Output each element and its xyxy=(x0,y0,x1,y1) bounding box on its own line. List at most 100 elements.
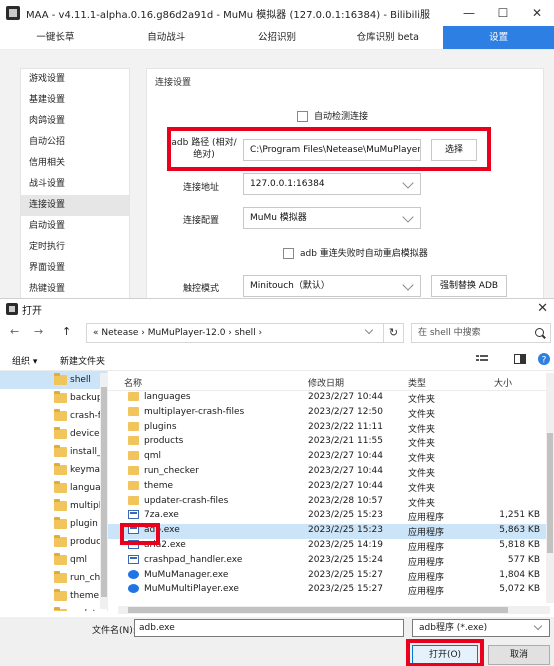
file-type: 文件夹 xyxy=(408,439,436,450)
sidebar-item-4[interactable]: 信用相关 xyxy=(21,153,129,174)
address-dropdown[interactable] xyxy=(358,323,378,343)
file-row[interactable]: multiplayer-crash-files 2023/2/27 12:50 文件… xyxy=(108,406,554,421)
file-row[interactable]: adb.exe 2023/2/25 15:23 应用程序 5,863 KB xyxy=(108,524,554,539)
restart-row[interactable]: adb 重连失败时自动重启模拟器 xyxy=(283,246,428,259)
file-row[interactable]: theme 2023/2/27 10:44 文件夹 xyxy=(108,480,554,495)
tree-item[interactable]: plugin xyxy=(0,515,107,533)
horizontal-scrollbar[interactable] xyxy=(118,606,550,614)
file-date: 2023/2/21 11:55 xyxy=(308,436,383,447)
file-row[interactable]: products 2023/2/21 11:55 文件夹 xyxy=(108,435,554,450)
horizontal-scroll-thumb[interactable] xyxy=(128,607,508,613)
tree-item[interactable]: keyma xyxy=(0,461,107,479)
touch-mode-select[interactable]: Minitouch（默认） xyxy=(243,275,421,297)
sidebar-item-10[interactable]: 热键设置 xyxy=(21,279,129,298)
auto-detect-row[interactable]: 自动检测连接 xyxy=(297,109,368,122)
filename-input[interactable]: adb.exe xyxy=(134,619,404,637)
tree-item[interactable]: backup xyxy=(0,389,107,407)
tree-item-label: produc xyxy=(70,537,102,547)
config-select[interactable]: MuMu 模拟器 xyxy=(243,207,421,229)
file-row[interactable]: MuMuMultiPlayer.exe 2023/2/25 15:27 应用程序 5,… xyxy=(108,583,554,598)
help-icon[interactable]: ? xyxy=(538,353,550,366)
column-type[interactable]: 类型 xyxy=(408,376,426,389)
dialog-close-button[interactable]: ✕ xyxy=(537,301,548,316)
tree-item[interactable]: install_ xyxy=(0,443,107,461)
tree-item[interactable]: qml xyxy=(0,551,107,569)
address-value: 127.0.0.1:16384 xyxy=(250,179,325,189)
tree-item[interactable]: multipl xyxy=(0,497,107,515)
new-folder-button[interactable]: 新建文件夹 xyxy=(60,354,105,367)
address-input[interactable]: 127.0.0.1:16384 xyxy=(243,173,421,195)
file-row[interactable]: crashpad_handler.exe 2023/2/25 15:24 应用程序 5… xyxy=(108,554,554,569)
file-name: updater-crash-files xyxy=(144,495,229,506)
column-date[interactable]: 修改日期 xyxy=(308,376,344,389)
minimize-button[interactable]: — xyxy=(452,0,486,26)
filename-label: 文件名(N): xyxy=(92,626,136,636)
tree-item[interactable]: langua xyxy=(0,479,107,497)
tree-scroll-thumb[interactable] xyxy=(101,387,107,597)
sidebar-item-2[interactable]: 肉鸽设置 xyxy=(21,111,129,132)
column-size[interactable]: 大小 xyxy=(494,376,512,389)
file-row[interactable]: qml 2023/2/27 10:44 文件夹 xyxy=(108,450,554,465)
search-box[interactable]: 在 shell 中搜索 xyxy=(411,323,551,343)
tree-scrollbar[interactable] xyxy=(100,373,108,609)
up-arrow-icon[interactable]: ↑ xyxy=(62,325,71,338)
sidebar-item-3[interactable]: 自动公招 xyxy=(21,132,129,153)
tab-1[interactable]: 自动战斗 xyxy=(111,26,222,49)
exe-file-icon xyxy=(128,510,139,520)
tab-2[interactable]: 公招识别 xyxy=(222,26,333,49)
list-scrollbar[interactable] xyxy=(546,373,554,603)
tree-item[interactable]: crash-f xyxy=(0,407,107,425)
address-label: 连接地址 xyxy=(183,183,220,193)
refresh-icon[interactable]: ↻ xyxy=(384,323,404,343)
close-window-button[interactable]: ✕ xyxy=(520,0,554,26)
file-row[interactable]: run_checker 2023/2/27 10:44 文件夹 xyxy=(108,465,554,480)
file-row[interactable]: plugins 2023/2/22 11:11 文件夹 xyxy=(108,421,554,436)
back-arrow-icon[interactable]: ← xyxy=(10,325,19,338)
view-options-icon[interactable] xyxy=(476,354,488,364)
replace-adb-button[interactable]: 强制替换 ADB xyxy=(431,275,507,297)
sidebar-item-7[interactable]: 启动设置 xyxy=(21,216,129,237)
maa-window-title: MAA - v4.11.1-alpha.0.16.g86d2a91d - MuM… xyxy=(26,9,431,21)
open-file-dialog: 打开 ✕ ← → ↑ « Netease › MuMuPlayer-12.0 ›… xyxy=(0,298,554,666)
tab-0[interactable]: 一键长草 xyxy=(0,26,111,49)
tree-item[interactable]: produc xyxy=(0,533,107,551)
sidebar-item-1[interactable]: 基建设置 xyxy=(21,90,129,111)
svg-text:?: ? xyxy=(542,356,547,366)
file-date: 2023/2/27 10:44 xyxy=(308,465,383,476)
tree-item[interactable]: update xyxy=(0,605,107,611)
sidebar-item-6[interactable]: 连接设置 xyxy=(21,195,129,216)
auto-detect-checkbox[interactable] xyxy=(297,111,308,122)
tree-item-label: multipl xyxy=(70,501,102,511)
forward-arrow-icon[interactable]: → xyxy=(34,325,43,338)
file-name: MuMuMultiPlayer.exe xyxy=(144,584,239,595)
filetype-select[interactable]: adb程序 (*.exe) xyxy=(412,619,550,637)
section-title: 连接设置 xyxy=(155,78,192,88)
sidebar-item-0[interactable]: 游戏设置 xyxy=(21,69,129,90)
address-bar[interactable]: « Netease › MuMuPlayer-12.0 › shell › xyxy=(86,323,384,343)
folder-icon xyxy=(128,451,139,461)
tree-item[interactable]: theme xyxy=(0,587,107,605)
sidebar-item-5[interactable]: 战斗设置 xyxy=(21,174,129,195)
file-row[interactable]: MuMuManager.exe 2023/2/25 15:27 应用程序 1,804 … xyxy=(108,569,554,584)
tree-item[interactable]: run_ch xyxy=(0,569,107,587)
preview-pane-icon[interactable] xyxy=(514,354,526,364)
maximize-button[interactable]: ☐ xyxy=(486,0,520,26)
file-row[interactable]: languages 2023/2/27 10:44 文件夹 xyxy=(108,391,554,406)
sidebar-item-9[interactable]: 界面设置 xyxy=(21,258,129,279)
file-row[interactable]: aria2.exe 2023/2/25 14:19 应用程序 5,818 KB xyxy=(108,539,554,554)
search-icon xyxy=(535,328,544,337)
organize-menu[interactable]: 组织 ▾ xyxy=(12,354,37,367)
restart-label: adb 重连失败时自动重启模拟器 xyxy=(300,249,428,259)
file-row[interactable]: updater-crash-files 2023/2/28 10:57 文件夹 xyxy=(108,495,554,510)
tree-item[interactable]: shell xyxy=(0,371,107,389)
tree-item[interactable]: device xyxy=(0,425,107,443)
list-scroll-thumb[interactable] xyxy=(547,433,553,553)
sidebar-item-8[interactable]: 定时执行 xyxy=(21,237,129,258)
restart-checkbox[interactable] xyxy=(283,248,294,259)
cancel-button[interactable]: 取消 xyxy=(488,645,550,665)
tab-4[interactable]: 设置 xyxy=(443,26,554,49)
folder-icon xyxy=(54,499,67,511)
tab-3[interactable]: 仓库识别 beta xyxy=(332,26,443,49)
file-row[interactable]: 7za.exe 2023/2/25 15:23 应用程序 1,251 KB xyxy=(108,509,554,524)
column-name[interactable]: 名称 xyxy=(124,376,142,389)
